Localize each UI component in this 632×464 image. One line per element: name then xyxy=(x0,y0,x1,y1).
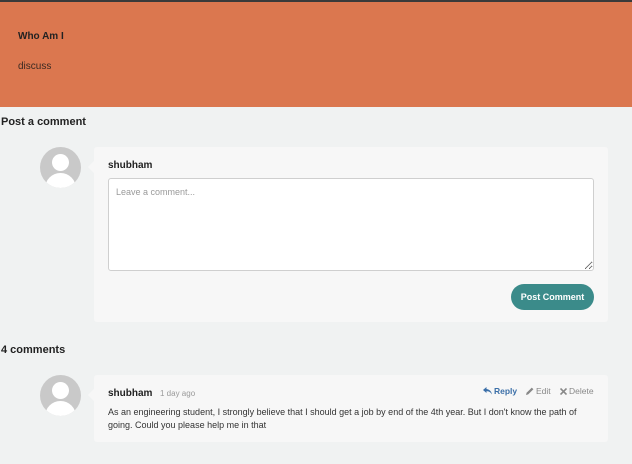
comment-avatar xyxy=(40,375,81,416)
close-icon xyxy=(560,387,567,395)
comment-textarea[interactable] xyxy=(108,178,594,271)
reply-label: Reply xyxy=(494,386,518,396)
edit-label: Edit xyxy=(536,386,551,396)
avatar-body xyxy=(45,401,76,416)
comment-card: shubham 1 day ago Reply Edit Delete As a… xyxy=(88,375,608,442)
current-username: shubham xyxy=(108,160,153,171)
comment-timestamp: 1 day ago xyxy=(160,389,196,398)
page-header: Who Am I discuss xyxy=(0,2,632,107)
page-subtitle: discuss xyxy=(18,61,52,72)
reply-icon xyxy=(483,387,492,395)
comment-author: shubham xyxy=(108,388,153,399)
pencil-icon xyxy=(526,387,534,395)
delete-link[interactable]: Delete xyxy=(560,386,594,396)
delete-label: Delete xyxy=(569,386,594,396)
avatar-body xyxy=(45,173,76,188)
comment-body: As an engineering student, I strongly be… xyxy=(108,407,577,430)
page-title: Who Am I xyxy=(18,31,64,42)
avatar-head xyxy=(52,154,69,171)
post-comment-button[interactable]: Post Comment xyxy=(511,284,594,310)
avatar xyxy=(40,147,81,188)
edit-link[interactable]: Edit xyxy=(526,386,551,396)
reply-link[interactable]: Reply xyxy=(483,386,517,396)
post-comment-card: shubham Post Comment xyxy=(88,147,608,322)
post-comment-heading: Post a comment xyxy=(1,116,86,128)
comments-count-heading: 4 comments xyxy=(1,344,66,356)
avatar-head xyxy=(52,382,69,399)
